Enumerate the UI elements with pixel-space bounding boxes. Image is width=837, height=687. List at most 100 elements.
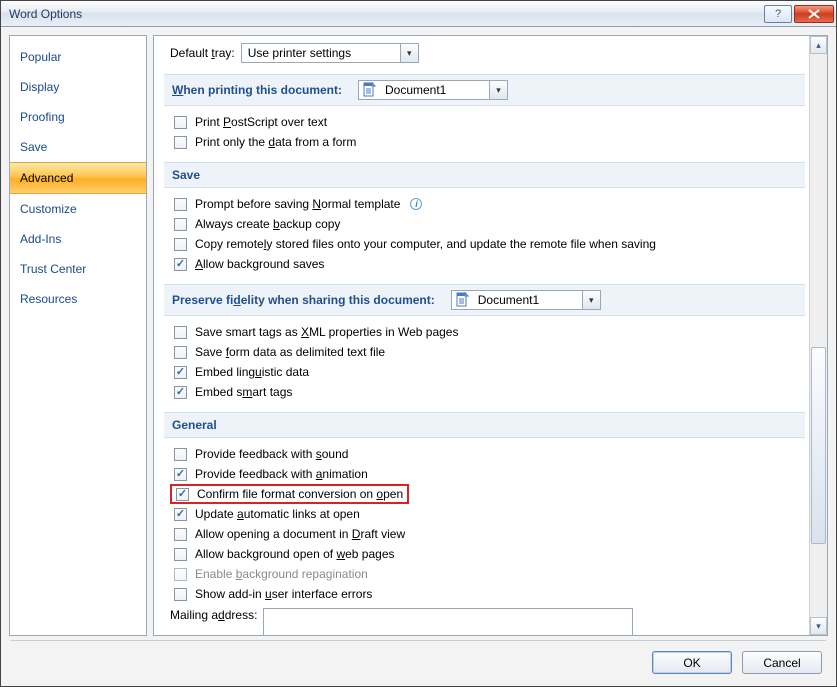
checkbox-label: Provide feedback with sound [195,446,348,462]
checkbox[interactable] [174,508,187,521]
section-heading: When printing this document: [172,83,342,97]
sidebar-item-save[interactable]: Save [10,132,146,162]
opt-bg-open-web[interactable]: Allow background open of web pages [174,544,805,564]
opt-addin-ui-errors[interactable]: Show add-in user interface errors [174,584,805,604]
opt-prompt-normal[interactable]: Prompt before saving Normal template i [174,194,805,214]
opt-feedback-animation[interactable]: Provide feedback with animation [174,464,805,484]
checkbox[interactable] [174,588,187,601]
sidebar-label: Advanced [20,171,73,185]
opt-form-data-delim[interactable]: Save form data as delimited text file [174,342,805,362]
titlebar: Word Options ? [1,1,836,27]
sidebar-item-addins[interactable]: Add-Ins [10,224,146,254]
opt-confirm-format-conversion[interactable]: Confirm file format conversion on open [174,484,805,504]
checkbox-label: Allow opening a document in Draft view [195,526,405,542]
default-tray-row: Default tray: Use printer settings ▾ [164,42,805,64]
sidebar-label: Customize [20,202,77,216]
scrollbar[interactable]: ▴ ▾ [809,36,827,635]
chevron-down-icon: ▾ [400,44,418,62]
sidebar-label: Popular [20,50,61,64]
checkbox[interactable] [174,116,187,129]
sidebar-label: Display [20,80,59,94]
checkbox[interactable] [174,346,187,359]
sidebar-label: Add-Ins [20,232,61,246]
checkbox-label: Embed smart tags [195,384,292,400]
checkbox[interactable] [174,448,187,461]
checkbox[interactable] [174,468,187,481]
section-preserve: Preserve fidelity when sharing this docu… [164,284,805,316]
opt-linguistic[interactable]: Embed linguistic data [174,362,805,382]
checkbox[interactable] [176,488,189,501]
opt-embed-smart-tags[interactable]: Embed smart tags [174,382,805,402]
window-buttons: ? [764,5,834,23]
window-title: Word Options [9,7,764,21]
checkbox[interactable] [174,136,187,149]
document-icon [452,291,472,309]
printing-options: Print PostScript over text Print only th… [164,112,805,152]
opt-update-auto-links[interactable]: Update automatic links at open [174,504,805,524]
checkbox[interactable] [174,528,187,541]
combo-value: Document1 [379,83,489,97]
sidebar-item-resources[interactable]: Resources [10,284,146,314]
opt-copy-remote[interactable]: Copy remotely stored files onto your com… [174,234,805,254]
checkbox-label: Show add-in user interface errors [195,586,372,602]
mailing-address-row: Mailing address: [164,608,805,635]
close-button[interactable] [794,5,834,23]
scroll-down-button[interactable]: ▾ [810,617,827,635]
preserve-options: Save smart tags as XML properties in Web… [164,322,805,402]
checkbox-label: Prompt before saving Normal template [195,196,400,212]
sidebar-label: Proofing [20,110,65,124]
opt-print-postscript[interactable]: Print PostScript over text [174,112,805,132]
checkbox[interactable] [174,238,187,251]
sidebar-item-advanced[interactable]: Advanced [10,162,146,194]
close-icon [808,9,820,19]
checkbox[interactable] [174,258,187,271]
sidebar-item-customize[interactable]: Customize [10,194,146,224]
opt-backup-copy[interactable]: Always create backup copy [174,214,805,234]
scroll-track[interactable] [810,54,827,617]
checkbox-label: Allow background open of web pages [195,546,395,562]
info-icon[interactable]: i [410,198,422,210]
checkbox-label: Update automatic links at open [195,506,360,522]
checkbox-label: Save form data as delimited text file [195,344,385,360]
content-wrap: Default tray: Use printer settings ▾ Whe… [153,35,828,636]
sidebar-item-display[interactable]: Display [10,72,146,102]
help-button[interactable]: ? [764,5,792,23]
sidebar-label: Save [20,140,47,154]
ok-button[interactable]: OK [652,651,732,674]
checkbox[interactable] [174,366,187,379]
opt-feedback-sound[interactable]: Provide feedback with sound [174,444,805,464]
cancel-button[interactable]: Cancel [742,651,822,674]
printing-doc-combo[interactable]: Document1 ▾ [358,80,508,100]
mailing-address-label: Mailing address: [170,608,257,622]
checkbox-label: Copy remotely stored files onto your com… [195,236,656,252]
content: Default tray: Use printer settings ▾ Whe… [154,36,809,635]
checkbox[interactable] [174,386,187,399]
checkbox[interactable] [174,198,187,211]
default-tray-combo[interactable]: Use printer settings ▾ [241,43,419,63]
opt-bg-repagination: Enable background repagination [174,564,805,584]
opt-open-draft[interactable]: Allow opening a document in Draft view [174,524,805,544]
checkbox-label: Print PostScript over text [195,114,327,130]
checkbox[interactable] [174,218,187,231]
default-tray-label: Default tray: [170,46,235,60]
checkbox[interactable] [174,548,187,561]
checkbox[interactable] [174,326,187,339]
opt-print-form-data[interactable]: Print only the data from a form [174,132,805,152]
checkbox-label: Confirm file format conversion on open [197,486,403,502]
chevron-down-icon: ▾ [582,291,600,309]
opt-background-saves[interactable]: Allow background saves [174,254,805,274]
mailing-address-input[interactable] [263,608,633,635]
section-heading: Preserve fidelity when sharing this docu… [172,293,435,307]
sidebar-item-trust-center[interactable]: Trust Center [10,254,146,284]
general-options: Provide feedback with sound Provide feed… [164,444,805,604]
scroll-up-button[interactable]: ▴ [810,36,827,54]
opt-smart-tags-xml[interactable]: Save smart tags as XML properties in Web… [174,322,805,342]
checkbox-label: Provide feedback with animation [195,466,368,482]
sidebar-item-proofing[interactable]: Proofing [10,102,146,132]
body-area: Popular Display Proofing Save Advanced C… [1,27,836,640]
sidebar-item-popular[interactable]: Popular [10,42,146,72]
preserve-doc-combo[interactable]: Document1 ▾ [451,290,601,310]
scroll-thumb[interactable] [811,347,826,544]
combo-value: Document1 [472,293,582,307]
section-printing: When printing this document: Document1 ▾ [164,74,805,106]
